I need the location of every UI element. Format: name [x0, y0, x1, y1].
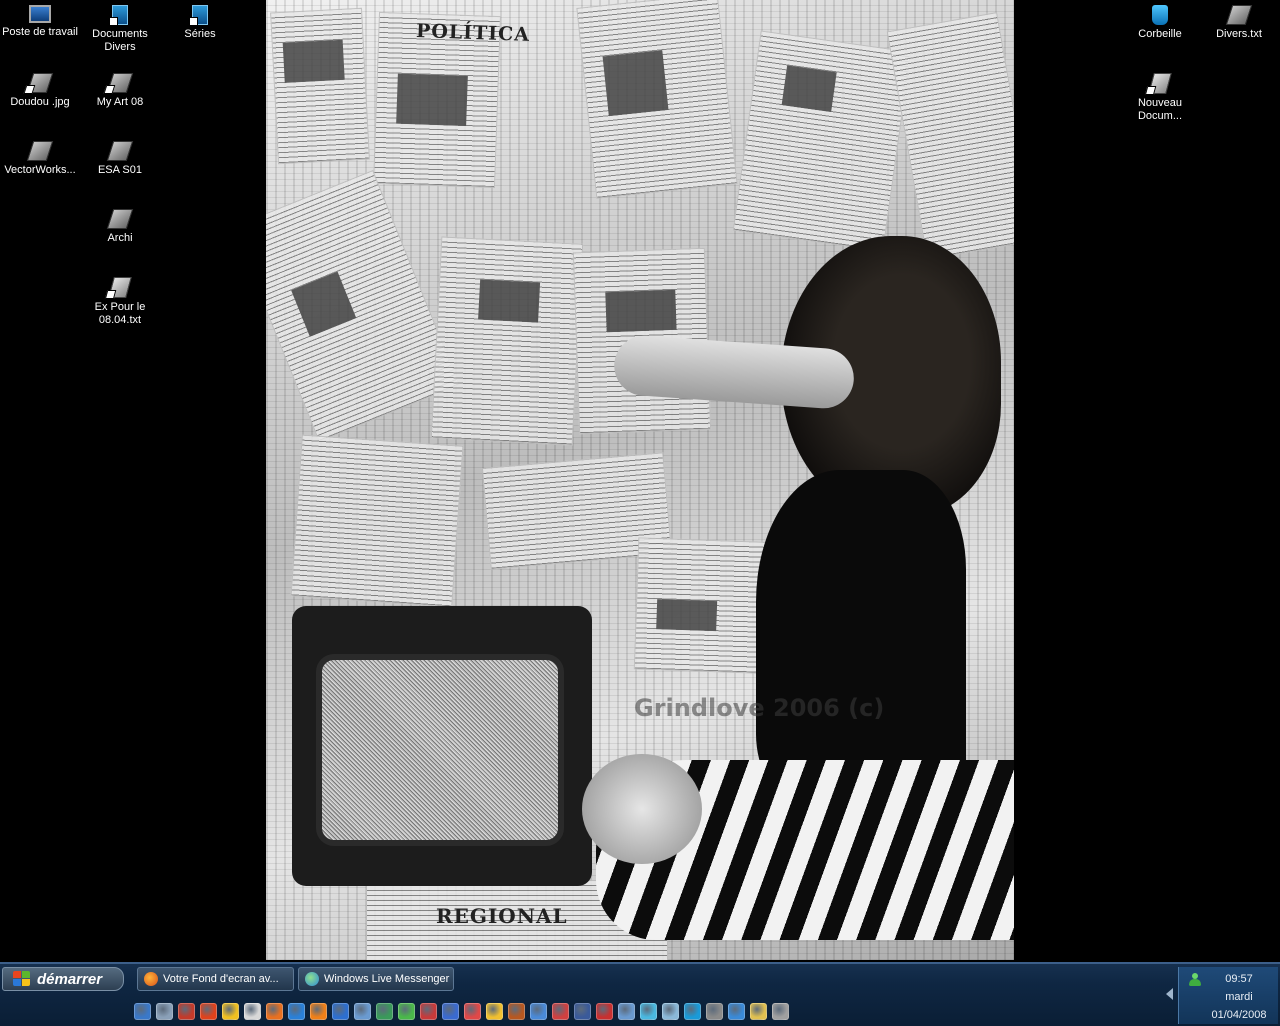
newspaper-sheet [732, 30, 912, 252]
desktop-icon-label: Archi [107, 232, 133, 244]
desktop-icon-label: My Art 08 [96, 96, 144, 108]
television [292, 606, 592, 886]
quick-launch-icon[interactable] [706, 1002, 723, 1020]
folder-icon [109, 5, 128, 26]
quick-launch-icon[interactable] [662, 1002, 679, 1020]
application-icon [26, 141, 54, 161]
folder-icon [106, 209, 134, 229]
text-file-icon [1225, 5, 1253, 25]
desktop-icon-my-art-08[interactable]: My Art 08 [80, 70, 160, 109]
quick-launch-icon[interactable] [684, 1002, 701, 1020]
quick-launch-icon[interactable] [200, 1002, 217, 1020]
desktop-icon-label: Séries [184, 28, 216, 40]
newspaper-sheet [576, 0, 738, 199]
folder-icon [106, 141, 134, 161]
start-label: démarrer [37, 970, 103, 988]
messenger-icon [305, 972, 319, 986]
firefox-icon [144, 972, 158, 986]
desktop-icon-esa-s01[interactable]: ESA S01 [80, 138, 160, 177]
taskbar: démarrer Votre Fond d'ecran av... Window… [0, 962, 1280, 1026]
task-button-firefox[interactable]: Votre Fond d'ecran av... [137, 967, 294, 991]
quick-launch-icon[interactable] [332, 1002, 349, 1020]
task-button-label: Votre Fond d'ecran av... [163, 973, 279, 985]
desktop: POLÍTICA REGIONAL Grindlove 2006 (c) Pos… [0, 0, 1280, 962]
desktop-icon-vectorworks[interactable]: VectorWorks... [0, 138, 80, 177]
desktop-icon-archi[interactable]: Archi [80, 206, 160, 245]
quick-launch-icon[interactable] [618, 1002, 635, 1020]
desktop-icon-poste-de-travail[interactable]: Poste de travail [0, 2, 80, 39]
desktop-icon-doudou-jpg[interactable]: Doudou .jpg [0, 70, 80, 109]
quick-launch-icon[interactable] [310, 1002, 327, 1020]
clock-time: 09:57 [1225, 973, 1253, 985]
newspaper-sheet [290, 434, 464, 608]
image-file-icon [26, 73, 54, 93]
start-button[interactable]: démarrer [2, 967, 124, 991]
clock-date: 01/04/2008 [1211, 1009, 1267, 1021]
text-file-icon [108, 277, 132, 298]
quick-launch-icon[interactable] [288, 1002, 305, 1020]
desktop-icon-label: Doudou .jpg [10, 96, 70, 108]
clock-day: mardi [1225, 991, 1253, 1003]
desktop-icon-label: Divers.txt [1216, 28, 1262, 40]
wallpaper-watermark: Grindlove 2006 (c) [634, 694, 885, 722]
desktop-icon-label: VectorWorks... [4, 164, 76, 176]
newspaper-sheet [430, 236, 584, 446]
quick-launch-icon[interactable] [178, 1002, 195, 1020]
desktop-icon-divers-txt[interactable]: Divers.txt [1199, 2, 1279, 41]
girl-dress [756, 470, 966, 800]
system-tray: 09:57 mardi 01/04/2008 [1178, 967, 1278, 1024]
tv-static-screen [316, 654, 564, 846]
quick-launch-icon[interactable] [266, 1002, 283, 1020]
desktop-icon-label: ESA S01 [97, 164, 143, 176]
desktop-icon-label: Documents Divers [92, 28, 148, 53]
quick-launch-icon[interactable] [640, 1002, 657, 1020]
headline-politica: POLÍTICA [415, 20, 531, 46]
quick-launch-icon[interactable] [398, 1002, 415, 1020]
quick-launch-icon[interactable] [442, 1002, 459, 1020]
quick-launch-icon[interactable] [156, 1002, 173, 1020]
headline-regional: REGIONAL [436, 904, 568, 928]
quick-launch-icon[interactable] [508, 1002, 525, 1020]
text-file-icon [1148, 73, 1172, 94]
quick-launch-icon[interactable] [574, 1002, 591, 1020]
quick-launch-icon[interactable] [376, 1002, 393, 1020]
folder-icon [189, 5, 208, 26]
desktop-icon-ex-pour-le[interactable]: Ex Pour le 08.04.txt [80, 274, 160, 327]
quick-launch-icon[interactable] [596, 1002, 613, 1020]
desktop-icon-nouveau-document[interactable]: Nouveau Docum... [1120, 70, 1200, 123]
quick-launch-icon[interactable] [772, 1002, 789, 1020]
quick-launch-bar [134, 1001, 789, 1021]
desktop-icon-corbeille[interactable]: Corbeille [1120, 2, 1200, 41]
quick-launch-icon[interactable] [420, 1002, 437, 1020]
desktop-icon-label: Poste de travail [2, 26, 78, 38]
recycle-bin-icon [1152, 5, 1168, 25]
tray-expand-arrow-icon[interactable] [1166, 988, 1173, 1000]
quick-launch-icon[interactable] [354, 1002, 371, 1020]
folder-shortcut-icon [106, 73, 134, 93]
quick-launch-icon[interactable] [728, 1002, 745, 1020]
quick-launch-icon[interactable] [750, 1002, 767, 1020]
quick-launch-icon[interactable] [486, 1002, 503, 1020]
quick-launch-icon[interactable] [464, 1002, 481, 1020]
newspaper-sheet [270, 7, 370, 165]
desktop-icon-label: Nouveau Docum... [1137, 97, 1183, 122]
quick-launch-icon[interactable] [530, 1002, 547, 1020]
tray-clock[interactable]: 09:57 mardi 01/04/2008 [1199, 970, 1279, 1024]
wallpaper-photo: POLÍTICA REGIONAL Grindlove 2006 (c) [266, 0, 1014, 960]
windows-logo-icon [13, 971, 31, 987]
task-button-label: Windows Live Messenger [324, 973, 450, 985]
task-button-messenger[interactable]: Windows Live Messenger [298, 967, 454, 991]
quick-launch-icon[interactable] [244, 1002, 261, 1020]
desktop-icon-label: Corbeille [1138, 28, 1182, 40]
quick-launch-icon[interactable] [222, 1002, 239, 1020]
computer-icon [29, 5, 51, 23]
newspaper-sheet [266, 169, 460, 443]
desktop-icon-label: Ex Pour le 08.04.txt [94, 301, 146, 326]
desktop-icon-documents-divers[interactable]: Documents Divers [80, 2, 160, 54]
newspaper-sheet [886, 12, 1014, 260]
quick-launch-icon[interactable] [134, 1002, 151, 1020]
quick-launch-icon[interactable] [552, 1002, 569, 1020]
girl-knee [582, 754, 702, 864]
desktop-icon-series[interactable]: Séries [160, 2, 240, 41]
